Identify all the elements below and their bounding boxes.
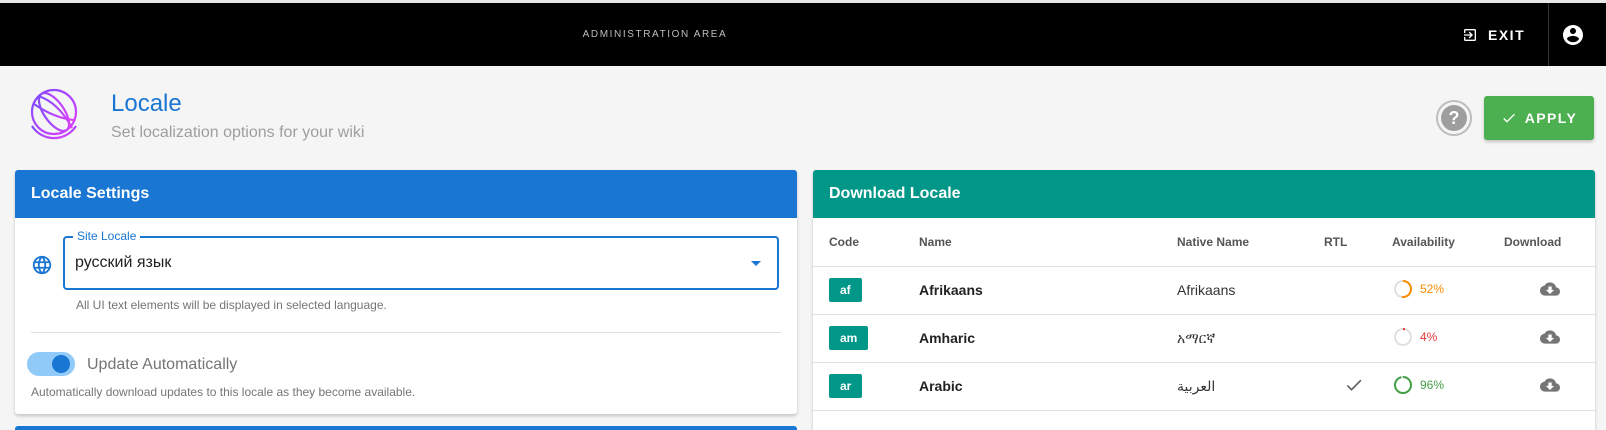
rtl-cell [1318, 266, 1384, 315]
locale-name: Amharic [919, 330, 976, 346]
language-icon [32, 255, 52, 275]
availability-percent: 52% [1420, 281, 1445, 296]
help-icon: ? [1441, 105, 1467, 131]
locale-code-chip: af [829, 278, 862, 302]
exit-label: EXIT [1488, 26, 1526, 43]
download-locale-card: Download Locale Code Name Native Name RT… [813, 170, 1595, 430]
table-row: ar Arabic العربية 96% [813, 362, 1595, 411]
apply-label: APPLY [1524, 110, 1578, 126]
download-cell [1496, 362, 1595, 411]
table-header-row: Code Name Native Name RTL Availability D… [813, 218, 1595, 267]
code-cell: af [813, 266, 905, 315]
rtl-cell [1318, 314, 1384, 363]
download-cell [1496, 266, 1595, 315]
locale-code-chip: am [829, 326, 869, 350]
availability-progress-ring [1394, 375, 1412, 394]
update-automatically-switch[interactable] [27, 350, 75, 378]
locale-settings-title: Locale Settings [15, 170, 797, 218]
column-header-download: Download [1496, 218, 1595, 267]
locale-name: Afrikaans [919, 282, 983, 298]
name-cell: Amharic [905, 314, 1163, 363]
update-automatically-label: Update Automatically [87, 356, 238, 373]
rtl-check-icon [1346, 379, 1362, 391]
exit-icon [1464, 28, 1476, 41]
column-header-availability[interactable]: Availability [1384, 218, 1496, 267]
namespaces-card-header [15, 426, 797, 430]
switch-thumb [52, 355, 70, 373]
availability-progress-ring [1394, 279, 1412, 298]
site-locale-label: Site Locale [73, 229, 141, 243]
site-locale-hint: All UI text elements will be displayed i… [76, 298, 387, 312]
cloud-download-icon[interactable] [1537, 327, 1563, 347]
column-header-native-name[interactable]: Native Name [1163, 218, 1318, 267]
account-circle-icon[interactable] [1561, 23, 1585, 47]
download-locale-title: Download Locale [813, 170, 1595, 218]
locale-settings-card: Locale Settings Site Locale русский язык… [15, 170, 797, 414]
availability-percent: 96% [1420, 377, 1445, 392]
settings-divider [31, 332, 781, 333]
rtl-cell [1318, 362, 1384, 411]
admin-area-title: ADMINISTRATION AREA [582, 29, 728, 40]
page-title: Locale [111, 90, 182, 117]
update-automatically-hint: Automatically download updates to this l… [31, 385, 416, 399]
locale-code-chip: ar [829, 374, 863, 398]
cloud-download-icon[interactable] [1537, 375, 1563, 395]
column-header-code[interactable]: Code [813, 218, 905, 267]
availability-percent: 4% [1420, 329, 1438, 344]
code-cell: am [813, 314, 905, 363]
table-row: af Afrikaans Afrikaans 52% [813, 266, 1595, 315]
native-name-cell: Afrikaans [1163, 266, 1318, 315]
name-cell: Afrikaans [905, 266, 1163, 315]
locales-table: Code Name Native Name RTL Availability D… [813, 218, 1595, 411]
name-cell: Arabic [905, 362, 1163, 411]
download-cell [1496, 314, 1595, 363]
availability-cell: 4% [1384, 314, 1496, 363]
topbar-divider [1548, 3, 1549, 66]
locale-name: Arabic [919, 378, 963, 394]
globe-stand-icon [30, 88, 78, 151]
help-button[interactable]: ? [1436, 100, 1472, 136]
native-name-cell: العربية [1163, 362, 1318, 411]
column-header-rtl[interactable]: RTL [1318, 218, 1384, 267]
table-row: am Amharic አማርኛ 4% [813, 314, 1595, 363]
chevron-down-icon[interactable] [751, 261, 761, 266]
site-locale-value: русский язык [75, 254, 172, 271]
top-app-bar: ADMINISTRATION AREA EXIT [0, 0, 1606, 66]
page-subtitle: Set localization options for your wiki [111, 124, 365, 141]
apply-button[interactable]: APPLY [1484, 96, 1594, 140]
availability-progress-ring [1394, 327, 1412, 346]
code-cell: ar [813, 362, 905, 411]
native-name-cell: አማርኛ [1163, 314, 1318, 363]
column-header-name[interactable]: Name [905, 218, 1163, 267]
check-icon [1503, 113, 1515, 123]
exit-button[interactable]: EXIT [1462, 3, 1525, 66]
cloud-download-icon[interactable] [1537, 279, 1563, 299]
availability-cell: 52% [1384, 266, 1496, 315]
availability-cell: 96% [1384, 362, 1496, 411]
site-locale-select[interactable]: Site Locale русский язык [63, 229, 779, 290]
